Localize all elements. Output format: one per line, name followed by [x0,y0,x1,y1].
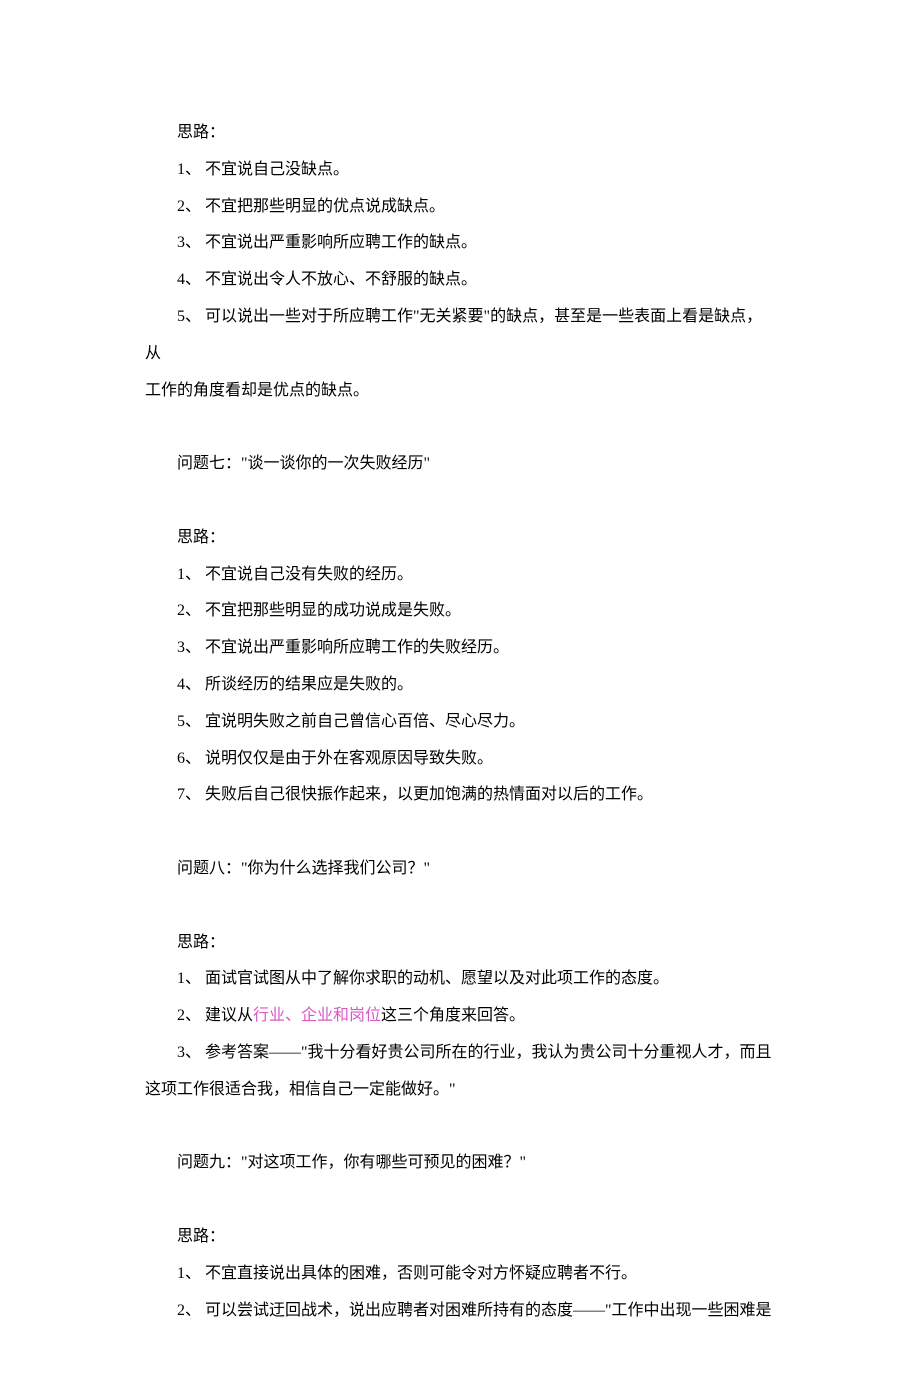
section7-heading: 思路： [145,520,775,557]
blank-line-3 [145,814,775,851]
blank-line-6 [145,1182,775,1219]
blank-line-2 [145,483,775,520]
section8-item3-line2: 这项工作很适合我，相信自己一定能做好。" [145,1072,775,1109]
question9: 问题九："对这项工作，你有哪些可预见的困难？" [145,1145,775,1182]
blank-line-1 [145,409,775,446]
section7-item6: 6、 说明仅仅是由于外在客观原因导致失败。 [145,741,775,778]
section8-item2-suffix: 这三个角度来回答。 [381,1007,525,1024]
section7-item5: 5、 宜说明失败之前自己曾信心百倍、尽心尽力。 [145,704,775,741]
question8: 问题八："你为什么选择我们公司？" [145,851,775,888]
section6-item2: 2、 不宜把那些明显的优点说成缺点。 [145,189,775,226]
section7-item2: 2、 不宜把那些明显的成功说成是失败。 [145,593,775,630]
section8-item2: 2、 建议从行业、企业和岗位这三个角度来回答。 [145,998,775,1035]
section6-item1: 1、 不宜说自己没缺点。 [145,152,775,189]
section6-heading: 思路： [145,115,775,152]
section7-item7: 7、 失败后自己很快振作起来，以更加饱满的热情面对以后的工作。 [145,777,775,814]
section8-item2-highlight: 行业、企业和岗位 [253,1007,381,1024]
section8-item3-line1: 3、 参考答案——"我十分看好贵公司所在的行业，我认为贵公司十分重视人才，而且 [145,1035,775,1072]
section6-item4: 4、 不宜说出令人不放心、不舒服的缺点。 [145,262,775,299]
section7-item1: 1、 不宜说自己没有失败的经历。 [145,557,775,594]
section6-item5-line1: 5、 可以说出一些对于所应聘工作"无关紧要"的缺点，甚至是一些表面上看是缺点，从 [145,299,775,373]
section8-item1: 1、 面试官试图从中了解你求职的动机、愿望以及对此项工作的态度。 [145,961,775,998]
section6-item5-line2: 工作的角度看却是优点的缺点。 [145,373,775,410]
blank-line-5 [145,1109,775,1146]
section8-item2-prefix: 2、 建议从 [177,1007,253,1024]
section6-item3: 3、 不宜说出严重影响所应聘工作的缺点。 [145,225,775,262]
section8-heading: 思路： [145,925,775,962]
section9-item1: 1、 不宜直接说出具体的困难，否则可能令对方怀疑应聘者不行。 [145,1256,775,1293]
section9-item2: 2、 可以尝试迂回战术，说出应聘者对困难所持有的态度——"工作中出现一些困难是 [145,1293,775,1330]
section7-item4: 4、 所谈经历的结果应是失败的。 [145,667,775,704]
question7: 问题七："谈一谈你的一次失败经历" [145,446,775,483]
section7-item3: 3、 不宜说出严重影响所应聘工作的失败经历。 [145,630,775,667]
section9-heading: 思路： [145,1219,775,1256]
blank-line-4 [145,888,775,925]
